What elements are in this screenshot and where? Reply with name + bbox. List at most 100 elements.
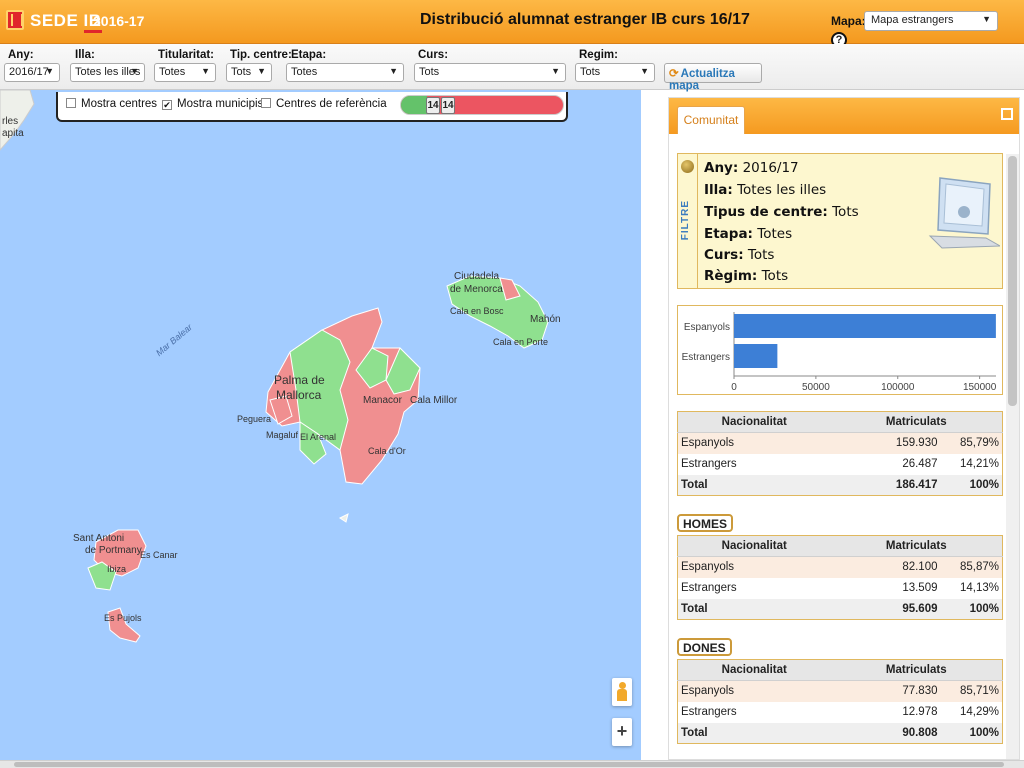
table-cell: 95.609 <box>830 598 941 620</box>
mostra-centres-checkbox[interactable]: Mostra centres <box>66 98 157 110</box>
page-title: Distribució alumnat estranger IB curs 16… <box>420 11 750 28</box>
map-label: de Portmany <box>85 545 142 556</box>
x-tick-label: 0 <box>731 382 737 393</box>
filter-etapa-select[interactable]: Totes ▼ <box>286 63 404 82</box>
filter-strip: FILTRE <box>678 154 698 288</box>
filter-row: Illa: Totes les illes <box>704 182 827 198</box>
map-label: Es Canar <box>140 550 178 560</box>
range-slider[interactable]: 14 14 <box>400 95 564 115</box>
centres-referencia-checkbox[interactable]: Centres de referència <box>261 98 387 110</box>
table-row: Estrangers 13.509 14,13% <box>677 577 1003 599</box>
zoom-in-button[interactable]: + <box>612 718 632 746</box>
map-label: rles <box>2 116 19 127</box>
mapa-label: Mapa: <box>831 14 866 28</box>
popout-icon[interactable] <box>1001 108 1013 120</box>
column-header: Nacionalitat <box>677 535 831 557</box>
filter-etapa-label: Etapa: <box>291 49 327 61</box>
filter-illa-label: Illa: <box>75 49 95 61</box>
map-label: Mahón <box>530 314 561 325</box>
chevron-down-icon: ▼ <box>389 66 398 76</box>
bar <box>734 344 778 368</box>
table-cell: 26.487 <box>830 453 941 475</box>
update-map-button[interactable]: ⟳ Actualitza mapa <box>664 63 762 92</box>
stats-table-total: Nacionalitat Matriculats Espanyols 159.9… <box>677 411 1003 496</box>
table-header-row: Nacionalitat Matriculats <box>677 659 1003 681</box>
table-cell: Espanyols <box>677 680 831 702</box>
mostra-municipis-checkbox[interactable]: ✔ Mostra municipis <box>162 98 263 110</box>
chevron-down-icon: ▼ <box>257 66 266 76</box>
filter-titularitat-label: Titularitat: <box>158 49 215 61</box>
table-cell: 100% <box>940 722 1003 744</box>
table-cell: Total <box>677 474 831 496</box>
filter-titularitat-select[interactable]: Totes ▼ <box>154 63 216 82</box>
stats-panel: Comunitat FILTRE Any: 2016/17 Illa: Tote… <box>668 97 1020 760</box>
horizontal-scrollbar[interactable] <box>0 760 1024 768</box>
slider-handle-low[interactable]: 14 <box>426 97 440 114</box>
header-bar: SEDE IB 2016-17 Distribució alumnat estr… <box>0 0 1024 48</box>
header-year: 2016-17 <box>93 13 145 29</box>
chevron-down-icon: ▼ <box>201 66 210 76</box>
table-row: Estrangers 26.487 14,21% <box>677 453 1003 475</box>
table-cell: 85,79% <box>940 432 1003 454</box>
table-cell: Total <box>677 722 831 744</box>
map-canvas[interactable] <box>0 90 641 760</box>
table-cell: 159.930 <box>830 432 941 454</box>
scrollbar-thumb[interactable] <box>1008 156 1017 406</box>
table-row: Estrangers 12.978 14,29% <box>677 701 1003 723</box>
map-label: Peguera <box>237 414 272 424</box>
map-label: de Menorca <box>450 284 503 295</box>
map-view[interactable]: rles apita Mar Balear Ciudadela de Menor… <box>0 90 641 760</box>
map-label: Cala Millor <box>410 395 458 406</box>
chevron-down-icon: ▼ <box>130 66 139 76</box>
table-total-row: Total 95.609 100% <box>677 598 1003 620</box>
table-total-row: Total 90.808 100% <box>677 722 1003 744</box>
section-title-homes: HOMES <box>677 514 734 532</box>
section-title-dones: DONES <box>677 638 732 656</box>
table-total-row: Total 186.417 100% <box>677 474 1003 496</box>
filter-any-select[interactable]: 2016/17 ▼ <box>4 63 60 82</box>
category-label: Espanyols <box>684 322 730 333</box>
checkbox-icon <box>66 98 76 108</box>
mapa-select[interactable]: Mapa estrangers ▼ <box>864 11 998 31</box>
chevron-down-icon: ▼ <box>551 66 560 76</box>
column-header: Matriculats <box>830 659 1003 681</box>
table-header-row: Nacionalitat Matriculats <box>677 411 1003 433</box>
checkbox-checked-icon: ✔ <box>162 100 172 110</box>
table-row: Espanyols 77.830 85,71% <box>677 680 1003 702</box>
mallorca-island[interactable] <box>265 307 421 523</box>
filter-curs-select[interactable]: Tots ▼ <box>414 63 566 82</box>
table-cell: 100% <box>940 474 1003 496</box>
slider-handle-high[interactable]: 14 <box>441 97 455 114</box>
column-header: Matriculats <box>830 411 1003 433</box>
stats-table-dones: Nacionalitat Matriculats Espanyols 77.83… <box>677 659 1003 744</box>
map-label: Manacor <box>363 395 402 406</box>
filter-row: Any: 2016/17 <box>704 160 799 176</box>
panel-header: Comunitat <box>669 98 1019 134</box>
filter-tip-centre-select[interactable]: Tots ▼ <box>226 63 272 82</box>
tab-comunitat[interactable]: Comunitat <box>677 106 745 134</box>
checkbox-icon <box>261 98 271 108</box>
chevron-down-icon: ▼ <box>982 14 991 24</box>
table-cell: 13.509 <box>830 577 941 599</box>
map-label: Magaluf <box>266 430 299 440</box>
map-label: apita <box>2 128 24 139</box>
filter-row: Etapa: Totes <box>704 226 793 242</box>
map-label: Cala en Bosc <box>450 306 504 316</box>
filter-summary: FILTRE Any: 2016/17 Illa: Totes les ille… <box>677 153 1003 289</box>
panel-scrollbar[interactable] <box>1006 154 1019 759</box>
brand-logo[interactable]: SEDE IB <box>30 11 102 33</box>
map-label: El Arenal <box>300 432 337 442</box>
street-view-pegman-icon[interactable] <box>612 678 632 706</box>
x-tick-label: 100000 <box>881 382 915 393</box>
filter-illa-select[interactable]: Totes les illes ▼ <box>70 63 145 82</box>
table-cell: Estrangers <box>677 577 831 599</box>
table-cell: Espanyols <box>677 432 831 454</box>
table-cell: 14,29% <box>940 701 1003 723</box>
column-header: Nacionalitat <box>677 411 831 433</box>
bullet-icon <box>681 160 694 173</box>
scrollbar-thumb[interactable] <box>14 762 1004 767</box>
bar-chart-svg: Espanyols Estrangers 0 50000 100000 150000 <box>682 312 997 393</box>
filter-curs-label: Curs: <box>418 49 449 61</box>
filter-tag: FILTRE <box>680 200 691 241</box>
filter-regim-select[interactable]: Tots ▼ <box>575 63 655 82</box>
